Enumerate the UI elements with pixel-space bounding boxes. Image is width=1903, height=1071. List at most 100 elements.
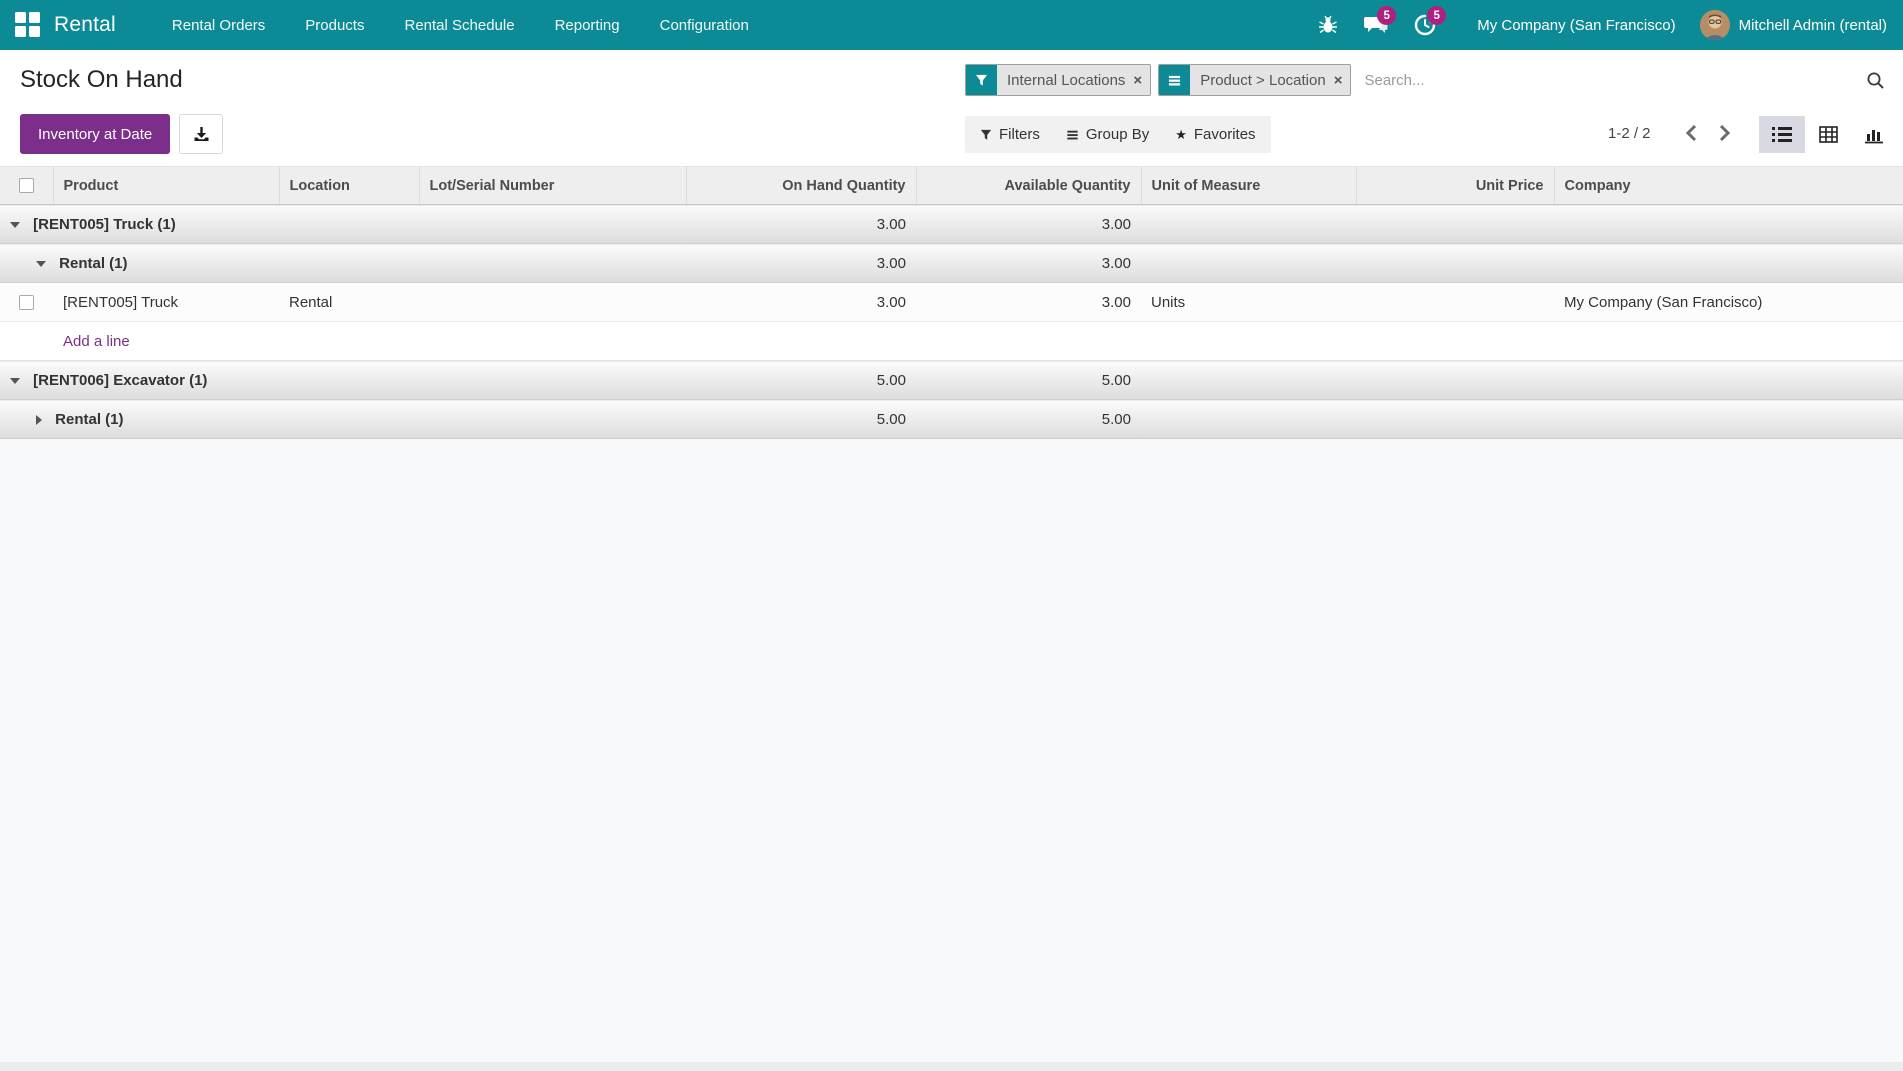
menu-products[interactable]: Products [285,0,384,50]
group-on-hand-qty: 5.00 [686,360,916,400]
company-switcher[interactable]: My Company (San Francisco) [1449,17,1699,34]
pager-previous-button[interactable] [1675,118,1708,148]
cell-lot-serial[interactable] [419,282,686,322]
column-header-lot-serial[interactable]: Lot/Serial Number [419,166,687,205]
group-by-icon [1159,65,1191,95]
pager-range: 1-2 / 2 [1608,124,1651,142]
caret-down-icon[interactable] [10,221,20,228]
stock-on-hand-table: Product Location Lot/Serial Number On Ha… [0,166,1903,439]
cell-product[interactable]: [RENT005] Truck [53,282,279,322]
group-on-hand-qty: 5.00 [686,399,916,439]
caret-down-icon[interactable] [36,260,46,267]
search-bar: Internal Locations × Product > Location … [965,62,1887,98]
filters-button[interactable]: Filters [967,116,1053,153]
group-by-icon [1067,130,1078,139]
row-checkbox[interactable] [19,295,34,311]
add-a-line-link[interactable]: Add a line [63,333,130,350]
group-available-qty: 3.00 [916,204,1141,244]
add-line-row: Add a line [0,321,1903,361]
column-header-on-hand[interactable]: On Hand Quantity [686,166,917,205]
group-on-hand-qty: 3.00 [686,204,916,244]
favorites-button[interactable]: ★ Favorites [1162,116,1268,153]
pager: 1-2 / 2 [1608,118,1741,148]
table-row-rent005-truck[interactable]: [RENT005] Truck Rental 3.00 3.00 Units M… [0,282,1903,322]
group-available-qty: 5.00 [916,360,1141,400]
list-view-button[interactable] [1759,116,1805,153]
pivot-view-button[interactable] [1805,116,1851,153]
search-icon [1867,72,1884,89]
menu-reporting[interactable]: Reporting [535,0,640,50]
control-panel: Stock On Hand Internal Locations × Produ… [0,50,1903,166]
user-avatar [1699,10,1730,40]
filter-icon [966,65,997,95]
list-view-icon [1772,127,1792,142]
graph-view-icon [1865,129,1883,143]
inventory-at-date-button[interactable]: Inventory at Date [20,114,171,154]
graph-view-button[interactable] [1851,116,1897,153]
main-menu: Rental Orders Products Rental Schedule R… [152,0,769,50]
cell-available-qty[interactable]: 3.00 [916,282,1141,322]
messages-button[interactable]: 5 [1351,0,1401,50]
cell-location[interactable]: Rental [279,282,419,322]
menu-configuration[interactable]: Configuration [640,0,769,50]
search-button[interactable] [1864,67,1887,94]
view-switcher [1759,116,1897,153]
bug-icon [1319,15,1338,34]
column-header-unit-price[interactable]: Unit Price [1356,166,1555,205]
cell-uom[interactable]: Units [1141,282,1356,322]
table-header-row: Product Location Lot/Serial Number On Ha… [0,166,1903,205]
column-header-company[interactable]: Company [1554,166,1903,205]
select-all-cell [0,166,54,205]
facet-remove-icon[interactable]: × [1334,72,1343,89]
top-navbar: Rental Rental Orders Products Rental Sch… [0,0,1903,50]
search-facet-product-location[interactable]: Product > Location × [1158,64,1352,96]
group-on-hand-qty: 3.00 [686,243,916,283]
cell-company[interactable]: My Company (San Francisco) [1554,282,1903,322]
cell-on-hand-qty[interactable]: 3.00 [686,282,916,322]
chevron-right-icon [1719,124,1730,142]
cell-unit-price[interactable] [1356,282,1554,322]
pivot-view-icon [1818,126,1838,143]
search-facet-internal-locations[interactable]: Internal Locations × [965,64,1152,96]
filter-icon [980,129,992,140]
column-header-location[interactable]: Location [279,166,420,205]
facet-label: Internal Locations × [1007,71,1143,89]
search-input[interactable] [1358,71,1864,89]
activities-count-badge: 5 [1427,6,1447,25]
group-row-rent005-truck[interactable]: [RENT005] Truck (1) 3.00 3.00 [0,204,1903,244]
column-header-product[interactable]: Product [53,166,280,205]
group-row-rental-excavator[interactable]: Rental (1) 5.00 5.00 [0,399,1903,439]
app-brand[interactable]: Rental [54,13,116,37]
facet-label: Product > Location × [1200,71,1343,89]
facet-remove-icon[interactable]: × [1133,72,1142,89]
group-by-button[interactable]: Group By [1053,116,1162,153]
caret-right-icon[interactable] [36,414,42,425]
group-row-rent006-excavator[interactable]: [RENT006] Excavator (1) 5.00 5.00 [0,360,1903,400]
window-bottom-edge [0,1062,1903,1071]
group-available-qty: 3.00 [916,243,1141,283]
group-available-qty: 5.00 [916,399,1141,439]
messages-count-badge: 5 [1377,6,1397,25]
caret-down-icon[interactable] [10,377,20,384]
apps-menu-icon[interactable] [15,12,41,38]
user-menu[interactable]: Mitchell Admin (rental) [1699,10,1903,40]
control-panel-actions: Inventory at Date Filters Group By ★ Fav… [0,112,1903,156]
menu-rental-schedule[interactable]: Rental Schedule [384,0,534,50]
user-name: Mitchell Admin (rental) [1738,16,1887,34]
activities-button[interactable]: 5 [1401,0,1449,50]
export-download-icon [194,126,209,141]
app-window: Rental Rental Orders Products Rental Sch… [0,0,1903,1071]
chevron-left-icon [1685,124,1696,142]
page-title: Stock On Hand [20,66,183,93]
export-button[interactable] [179,114,224,154]
debug-bug-icon[interactable] [1305,0,1351,50]
search-options-toolbar: Filters Group By ★ Favorites [965,116,1271,153]
star-icon: ★ [1175,126,1187,142]
select-all-checkbox[interactable] [18,178,34,194]
menu-rental-orders[interactable]: Rental Orders [152,0,285,50]
navbar-right: 5 5 My Company (San Francisco) Mitchell … [1305,0,1903,50]
column-header-uom[interactable]: Unit of Measure [1141,166,1357,205]
column-header-available[interactable]: Available Quantity [916,166,1142,205]
group-row-rental-truck[interactable]: Rental (1) 3.00 3.00 [0,243,1903,283]
pager-next-button[interactable] [1708,118,1741,148]
